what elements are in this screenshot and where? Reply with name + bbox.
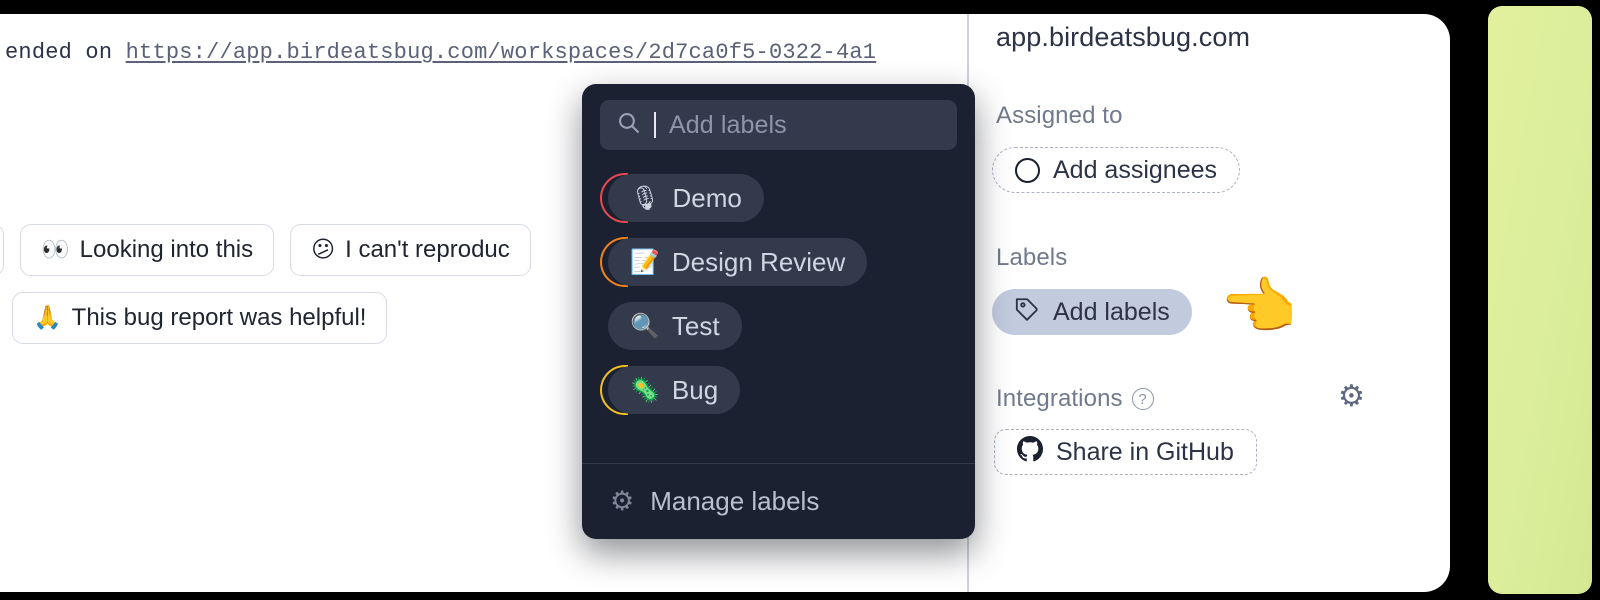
- share-in-github-button[interactable]: Share in GitHub: [994, 429, 1257, 475]
- session-ended-line: sion ended on https://app.birdeatsbug.co…: [0, 38, 876, 68]
- label-option-design-review[interactable]: 📝 Design Review: [608, 238, 868, 286]
- integrations-title-row: Integrations ?: [996, 385, 1154, 413]
- text-cursor: [654, 112, 656, 138]
- microbe-icon: 🦠: [630, 376, 660, 404]
- label-option-label: Test: [671, 310, 720, 341]
- clipped-top-text: Screenshot taken: [0, 14, 942, 21]
- label-option-label: Design Review: [671, 246, 846, 277]
- bug-report-card: Screenshot taken sion ended on https://a…: [0, 14, 1450, 592]
- help-icon[interactable]: ?: [1131, 388, 1154, 410]
- folded-hands-icon: 🙏: [33, 304, 62, 331]
- reaction-chip[interactable]: 😕 I can't reproduc: [290, 224, 531, 276]
- integrations-title: Integrations: [996, 385, 1123, 412]
- labels-search-wrap: Add labels: [582, 84, 975, 150]
- confused-face-icon: 😕: [311, 236, 336, 263]
- microphone-icon: 🎙: [630, 184, 661, 212]
- label-option-demo-wrap: 🎙 Demo: [600, 173, 764, 223]
- reaction-chip[interactable]: 👀 Looking into this: [20, 224, 275, 276]
- manage-labels-label: Manage labels: [650, 486, 820, 516]
- add-labels-label: Add labels: [1053, 297, 1170, 326]
- site-host-label: app.birdeatsbug.com: [996, 22, 1251, 52]
- labels-dropdown-panel: Add labels 🎙 Demo 📝 Design Review 🔍 Test…: [582, 84, 975, 539]
- tag-icon: [1014, 296, 1040, 329]
- labels-title: Labels: [996, 244, 1068, 271]
- add-labels-button[interactable]: Add labels: [992, 289, 1192, 335]
- gear-icon: ⚙: [610, 486, 635, 517]
- integrations-settings-gear-icon[interactable]: ⚙: [1338, 382, 1365, 412]
- reaction-chip[interactable]: on it!: [0, 224, 5, 276]
- label-option-label: Demo: [672, 182, 742, 213]
- screen-root: Screenshot taken sion ended on https://a…: [0, 0, 1600, 600]
- manage-labels-button[interactable]: ⚙ Manage labels: [582, 464, 975, 539]
- reaction-label: This bug report was helpful!: [71, 304, 367, 331]
- assigned-to-title: Assigned to: [996, 102, 1123, 129]
- pointing-hand-icon: 👉: [1222, 270, 1300, 343]
- memo-icon: 📝: [630, 248, 660, 276]
- label-option-demo[interactable]: 🎙 Demo: [608, 174, 764, 222]
- accent-side-panel: [1488, 6, 1592, 594]
- label-option-label: Bug: [671, 374, 719, 405]
- details-sidebar: app.birdeatsbug.com Assigned to Add assi…: [990, 14, 1410, 592]
- label-option-bug-wrap: 🦠 Bug: [600, 365, 741, 415]
- eyes-icon: 👀: [41, 236, 70, 263]
- labels-list: 🎙 Demo 📝 Design Review 🔍 Test 🦠 Bug: [582, 150, 975, 430]
- label-option-test-wrap: 🔍 Test: [608, 302, 742, 350]
- search-icon: [616, 110, 641, 140]
- magnifying-glass-icon: 🔍: [630, 312, 660, 340]
- github-icon: [1017, 435, 1043, 469]
- labels-search-input[interactable]: Add labels: [600, 100, 957, 150]
- label-option-test[interactable]: 🔍 Test: [608, 302, 742, 350]
- add-assignees-button[interactable]: Add assignees: [992, 147, 1241, 193]
- avatar-placeholder-icon: [1015, 157, 1040, 183]
- label-option-design-review-wrap: 📝 Design Review: [600, 237, 868, 287]
- reaction-label: Looking into this: [79, 236, 254, 263]
- session-ended-prefix: sion ended on: [0, 40, 113, 65]
- label-option-bug[interactable]: 🦠 Bug: [608, 366, 741, 414]
- session-url-link[interactable]: https://app.birdeatsbug.com/workspaces/2…: [126, 40, 877, 65]
- reaction-chip[interactable]: 🙏 This bug report was helpful!: [12, 292, 388, 344]
- share-in-github-label: Share in GitHub: [1056, 437, 1234, 466]
- add-assignees-label: Add assignees: [1053, 155, 1218, 184]
- labels-search-placeholder: Add labels: [669, 110, 787, 139]
- reaction-label: I can't reproduc: [345, 236, 510, 263]
